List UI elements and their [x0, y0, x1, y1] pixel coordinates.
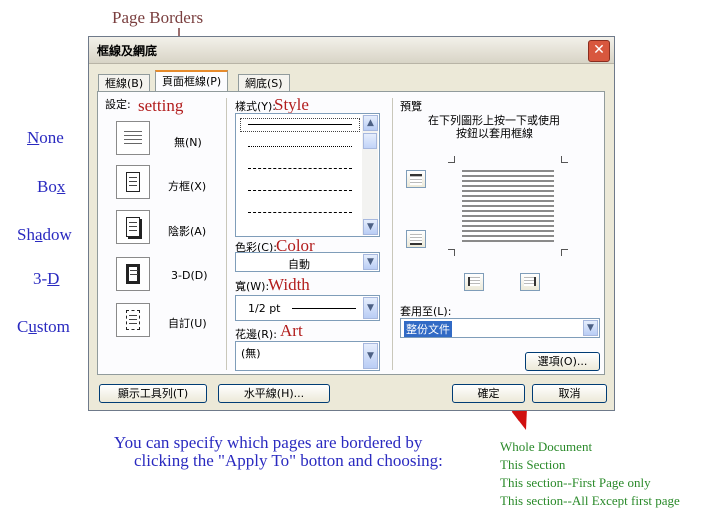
art-annotation: Art — [280, 321, 303, 340]
scroll-up-icon[interactable]: ▲ — [363, 115, 378, 131]
setting-shadow-label[interactable]: 陰影(A) — [168, 223, 206, 239]
close-icon[interactable]: ✕ — [593, 42, 605, 58]
top-border-icon — [410, 174, 422, 185]
chevron-down-icon[interactable]: ▼ — [583, 320, 598, 336]
bottom-note-line1: You can specify which pages are bordered… — [114, 433, 423, 452]
preview-area[interactable] — [448, 156, 568, 256]
left-label-shadow: Shadow — [17, 225, 72, 244]
apply-to-select[interactable]: 整份文件 ▼ — [400, 318, 600, 338]
tab-borders[interactable]: 框線(B) — [98, 74, 151, 91]
bottom-note-line2: clicking the "Apply To" botton and choos… — [134, 451, 443, 470]
setting-none-label[interactable]: 無(N) — [174, 134, 202, 150]
apply-to-label: 套用至(L): — [400, 305, 452, 318]
box-preview-icon — [126, 172, 140, 192]
style-annotation: Style — [274, 95, 309, 114]
page-borders-panel: 設定: setting 無(N) 方框(X) 陰影(A) 3-D(D) 自訂(U… — [97, 91, 605, 375]
title-bar: 框線及網底 ✕ — [89, 37, 614, 64]
top-border-button[interactable] — [406, 170, 426, 188]
style-solid-line — [248, 124, 352, 125]
preview-label: 預覽 — [400, 100, 422, 113]
borders-dialog: 框線及網底 ✕ 框線(B) 頁面框線(P) 網底(S) 設定: setting … — [88, 36, 615, 411]
setting-label: 設定: — [105, 98, 131, 111]
scroll-down-icon[interactable]: ▼ — [363, 219, 378, 235]
style-list[interactable]: ▲ ▼ — [235, 113, 380, 237]
corner-mark — [561, 156, 568, 163]
art-value: (無) — [241, 347, 261, 360]
none-preview-icon — [124, 128, 142, 148]
setting-3d-label[interactable]: 3-D(D) — [171, 269, 208, 282]
corner-mark — [561, 249, 568, 256]
style-dash-dot-line — [248, 212, 352, 213]
divider-left — [226, 98, 227, 370]
choice-this-section: This Section — [500, 457, 566, 472]
scroll-thumb[interactable] — [363, 133, 377, 149]
ok-button[interactable]: 確定 — [452, 384, 525, 403]
options-button[interactable]: 選項(O)... — [525, 352, 600, 371]
style-label: 樣式(Y): — [235, 100, 277, 113]
tab-page-borders[interactable]: 頁面框線(P) — [155, 70, 229, 92]
shadow-preview-icon — [126, 217, 140, 237]
corner-mark — [448, 156, 455, 163]
preview-page-text — [462, 170, 554, 242]
custom-preview-icon — [126, 310, 140, 330]
left-label-3d: 3-D — [33, 269, 60, 288]
style-item-selected[interactable] — [240, 118, 360, 132]
show-toolbar-button[interactable]: 顯示工具列(T) — [99, 384, 207, 403]
left-border-button[interactable] — [464, 273, 484, 291]
choice-first-page-only: This section--First Page only — [500, 475, 651, 490]
color-value: 自動 — [288, 258, 310, 271]
3d-preview-icon — [126, 264, 140, 284]
left-label-custom: Custom — [17, 317, 70, 336]
horizontal-line-button[interactable]: 水平線(H)... — [218, 384, 330, 403]
tab-shading[interactable]: 網底(S) — [238, 74, 290, 91]
cancel-button[interactable]: 取消 — [532, 384, 607, 403]
bottom-border-button[interactable] — [406, 230, 426, 248]
left-label-none: None — [27, 128, 64, 147]
right-border-button[interactable] — [520, 273, 540, 291]
width-annotation: Width — [268, 275, 310, 294]
style-dash-small-line — [248, 168, 352, 169]
close-button[interactable]: ✕ — [588, 40, 610, 62]
setting-box-label[interactable]: 方框(X) — [168, 178, 206, 194]
style-scrollbar[interactable]: ▲ ▼ — [362, 115, 378, 235]
divider-right — [392, 98, 393, 370]
left-border-icon — [468, 277, 480, 286]
setting-none-button[interactable] — [116, 121, 150, 155]
preview-hint-line2: 按鈕以套用框線 — [456, 127, 533, 140]
color-select[interactable]: 自動 ▼ — [235, 252, 380, 272]
setting-custom-label[interactable]: 自訂(U) — [168, 315, 207, 331]
setting-shadow-button[interactable] — [116, 210, 150, 244]
chevron-down-icon[interactable]: ▼ — [363, 254, 378, 270]
choice-all-except-first: This section--All Except first page — [500, 493, 680, 508]
setting-custom-button[interactable] — [116, 303, 150, 337]
setting-box-button[interactable] — [116, 165, 150, 199]
style-dash-large-line — [248, 190, 352, 191]
chevron-down-icon[interactable]: ▼ — [363, 297, 378, 319]
setting-annotation: setting — [138, 96, 184, 115]
choice-whole-document: Whole Document — [500, 439, 593, 454]
width-line-sample — [292, 308, 356, 309]
dialog-title: 框線及網底 — [97, 44, 158, 58]
setting-3d-button[interactable] — [116, 257, 150, 291]
chevron-down-icon[interactable]: ▼ — [363, 343, 378, 369]
art-label: 花邊(R): — [235, 328, 277, 341]
left-label-box: Box — [37, 177, 66, 196]
apply-to-value: 整份文件 — [404, 321, 452, 337]
width-select[interactable]: 1/2 pt ▼ — [235, 295, 380, 321]
corner-mark — [448, 249, 455, 256]
right-border-icon — [524, 277, 536, 286]
style-dotted-line — [248, 146, 352, 147]
art-select[interactable]: (無) ▼ — [235, 341, 380, 371]
bottom-border-icon — [410, 234, 422, 245]
width-label: 寬(W): — [235, 280, 270, 293]
width-value: 1/2 pt — [248, 302, 281, 315]
